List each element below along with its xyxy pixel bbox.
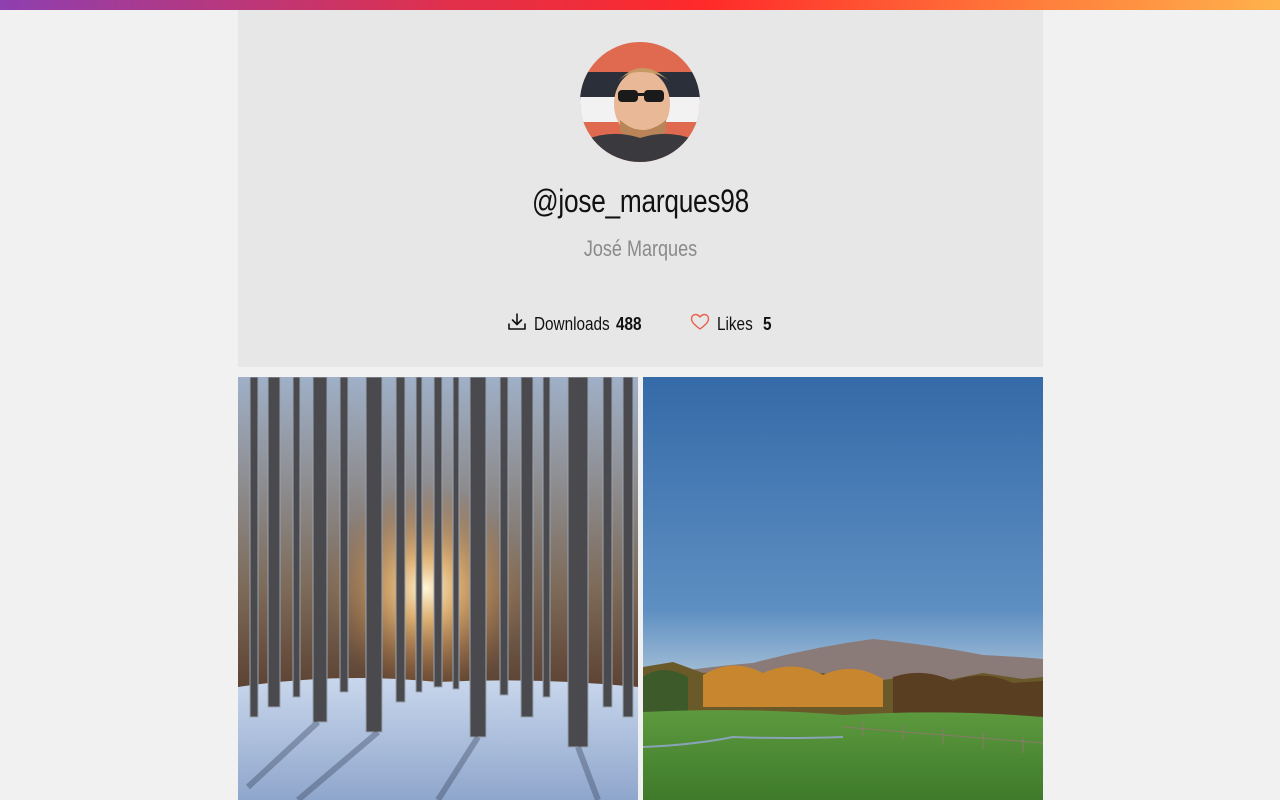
likes-label: Likes: [717, 313, 753, 334]
heart-icon[interactable]: [690, 312, 710, 337]
download-icon: [507, 312, 527, 337]
avatar[interactable]: [580, 42, 700, 162]
downloads-count: 488: [616, 313, 642, 334]
profile-stats: Downloads 488 Likes 5: [238, 310, 1043, 338]
photo-thumbnail[interactable]: [238, 377, 638, 800]
avatar-image: [580, 42, 700, 162]
likes-stat[interactable]: Likes 5: [690, 310, 772, 338]
top-gradient-bar: [0, 0, 1280, 10]
likes-count: 5: [763, 313, 772, 334]
mountain-photo: [643, 377, 1043, 800]
downloads-stat: Downloads 488: [507, 310, 642, 338]
profile-full-name: José Marques: [583, 236, 698, 261]
profile-card: @jose_marques98 José Marques Downloads 4…: [238, 10, 1043, 367]
profile-username: @jose_marques98: [532, 183, 749, 219]
photo-thumbnail[interactable]: [643, 377, 1043, 800]
downloads-label: Downloads: [534, 313, 610, 334]
forest-photo: [238, 377, 638, 800]
